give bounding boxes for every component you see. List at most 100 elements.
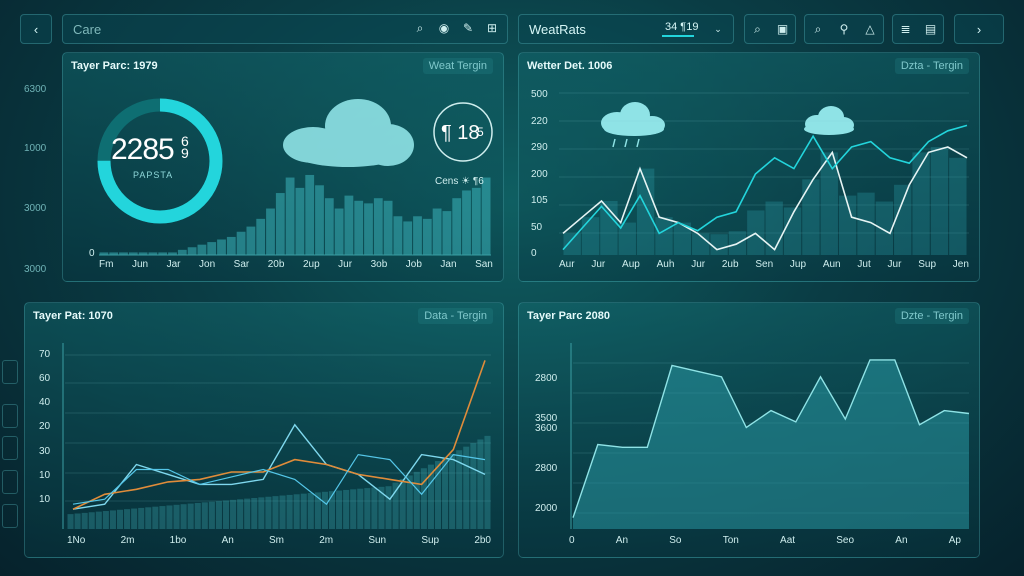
x-tick: Aat bbox=[780, 535, 796, 546]
refresh-icon[interactable]: ◉ bbox=[437, 21, 451, 35]
bar bbox=[383, 200, 393, 255]
x-tick: Jur bbox=[691, 259, 706, 270]
layers-group[interactable]: ≣ ▤ bbox=[892, 14, 944, 44]
bar bbox=[208, 501, 215, 529]
small-value: ¶ 18 bbox=[441, 122, 480, 144]
bar bbox=[334, 208, 344, 255]
search-input[interactable]: Care bbox=[73, 22, 101, 37]
filter-icon[interactable]: ⚲ bbox=[837, 22, 851, 36]
bar bbox=[894, 184, 912, 255]
gauge-value: 2285 bbox=[111, 133, 175, 166]
x-tick: 2b0 bbox=[474, 535, 491, 546]
bar bbox=[258, 497, 265, 529]
dataset-name: WeatRats bbox=[529, 22, 586, 37]
bar bbox=[187, 247, 197, 255]
bar bbox=[88, 512, 95, 529]
bar bbox=[422, 218, 432, 255]
search-icon[interactable]: ⌕ bbox=[751, 22, 765, 36]
grid-icon[interactable]: ⊞ bbox=[485, 21, 499, 35]
bar bbox=[820, 152, 838, 255]
chevron-down-icon[interactable]: ⌄ bbox=[711, 22, 725, 36]
bar bbox=[244, 498, 251, 529]
bar bbox=[315, 185, 324, 255]
cloud-icon bbox=[283, 99, 414, 167]
bar bbox=[67, 514, 74, 529]
x-tick: Jan bbox=[440, 259, 457, 270]
bar bbox=[236, 231, 246, 255]
x-tick: Jun bbox=[131, 259, 149, 270]
x-tick: 2ub bbox=[721, 259, 739, 270]
x-tick: Jur bbox=[591, 259, 606, 270]
x-tick: Jon bbox=[199, 259, 216, 270]
area-fill bbox=[573, 359, 969, 529]
forward-button[interactable]: › bbox=[954, 14, 1004, 44]
x-tick: 3ob bbox=[370, 259, 388, 270]
bar bbox=[251, 498, 258, 529]
y-tick: 105 bbox=[531, 195, 548, 206]
search-bar[interactable]: Care ⌕ ◉ ✎ ⊞ bbox=[62, 14, 508, 44]
back-button[interactable]: ‹ bbox=[20, 14, 52, 44]
bar bbox=[385, 486, 392, 529]
x-tick: Fm bbox=[99, 259, 114, 270]
bar bbox=[449, 453, 456, 529]
bar bbox=[109, 510, 116, 529]
y-tick: 220 bbox=[531, 115, 548, 127]
calendar-icon[interactable]: ▣ bbox=[776, 22, 790, 36]
bar bbox=[275, 193, 285, 255]
y-tick-overlap: 3600 bbox=[535, 423, 558, 434]
bar bbox=[471, 187, 481, 255]
y-tick: 40 bbox=[39, 397, 51, 409]
x-tick: Auh bbox=[656, 259, 675, 270]
x-tick: Jar bbox=[166, 259, 181, 270]
search-icon[interactable]: ⌕ bbox=[413, 21, 427, 35]
y-tick: 2000 bbox=[535, 503, 558, 514]
bar bbox=[265, 496, 272, 529]
x-axis-ticks: 1No 2m 1bo An Sm 2m Sun Sup 2b0 bbox=[67, 535, 491, 546]
bar bbox=[470, 443, 477, 529]
side-toggle-icon[interactable] bbox=[2, 470, 18, 494]
bar bbox=[131, 508, 138, 529]
bar bbox=[324, 198, 334, 255]
x-tick: Jur bbox=[887, 259, 902, 270]
zoom-group[interactable]: ⌕ ▣ bbox=[744, 14, 796, 44]
zoom-icon[interactable]: ⌕ bbox=[811, 22, 825, 36]
document-icon[interactable]: ▤ bbox=[924, 22, 938, 36]
bar bbox=[81, 512, 88, 529]
rain-cloud-icon bbox=[601, 102, 665, 148]
layers-icon[interactable]: ≣ bbox=[899, 22, 913, 36]
dataset-bar[interactable]: WeatRats 34 ¶19 ⌄ bbox=[518, 14, 734, 44]
x-tick: Sun bbox=[368, 535, 387, 546]
counter-field[interactable]: 34 ¶19 bbox=[665, 21, 698, 33]
bar bbox=[226, 236, 236, 255]
bar bbox=[336, 490, 343, 529]
x-axis-ticks: Aur Jur Aup Auh Jur 2ub Sen Jup Aun Jut … bbox=[559, 259, 969, 270]
panel-wetter-1006: Wetter Det. 1006 Dzta - Tergin 500 220 2… bbox=[518, 52, 980, 282]
pencil-icon[interactable]: ✎ bbox=[461, 21, 475, 35]
x-tick: Seo bbox=[836, 535, 855, 546]
tools-group[interactable]: ⌕ ⚲ △ bbox=[804, 14, 884, 44]
x-tick: 20b bbox=[267, 259, 285, 270]
bar bbox=[364, 203, 373, 255]
x-tick: 2up bbox=[302, 259, 320, 270]
y-zero: 0 bbox=[89, 248, 95, 259]
bar bbox=[357, 488, 364, 529]
side-toggle-icon[interactable] bbox=[2, 504, 18, 528]
bar bbox=[295, 187, 305, 255]
x-tick: Jup bbox=[789, 259, 807, 270]
bar bbox=[432, 208, 442, 255]
bar bbox=[152, 506, 159, 529]
x-tick: So bbox=[669, 535, 682, 546]
side-toggle-icon[interactable] bbox=[2, 404, 18, 428]
x-tick: 0 bbox=[569, 535, 575, 546]
bar bbox=[350, 489, 357, 529]
side-toggle-icon[interactable] bbox=[2, 360, 18, 384]
bar bbox=[307, 493, 314, 529]
bar bbox=[442, 211, 452, 255]
y-tick: 70 bbox=[39, 349, 51, 360]
bar bbox=[207, 242, 217, 255]
side-toggle-icon[interactable] bbox=[2, 436, 18, 460]
bar bbox=[343, 489, 350, 529]
chart-area bbox=[570, 343, 970, 529]
triangle-icon[interactable]: △ bbox=[863, 22, 877, 36]
y-tick: 10 bbox=[39, 493, 51, 505]
